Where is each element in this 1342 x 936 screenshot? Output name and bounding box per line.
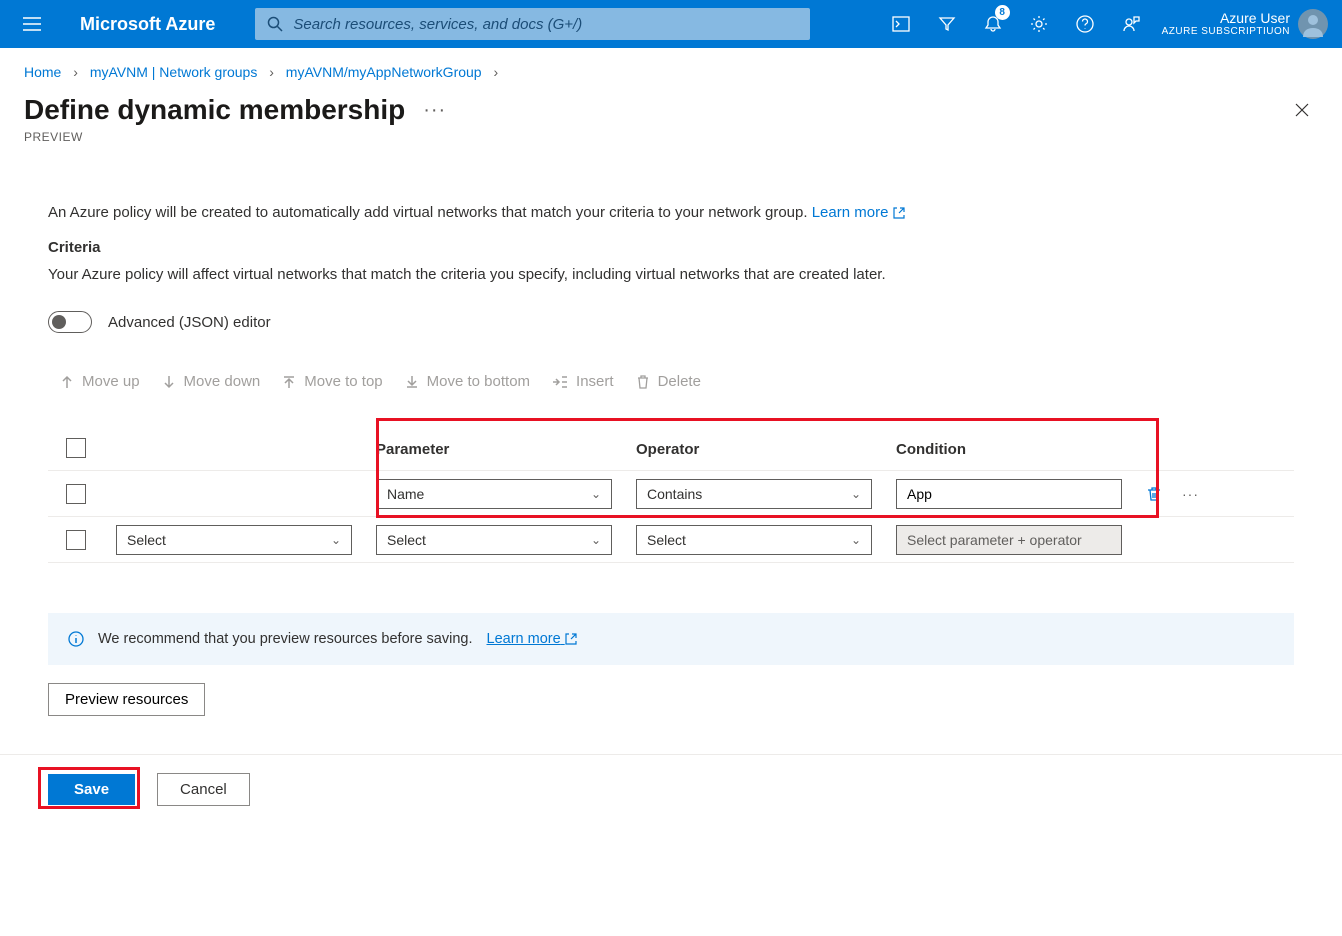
save-button[interactable]: Save (48, 774, 135, 805)
chevron-right-icon: › (485, 64, 506, 80)
footer: Save Cancel (0, 754, 1342, 824)
breadcrumb-item[interactable]: myAVNM/myAppNetworkGroup (286, 64, 482, 80)
insert-icon (552, 375, 568, 389)
condition-disabled: Select parameter + operator (896, 525, 1122, 555)
chevron-down-icon: ⌄ (331, 533, 341, 547)
search-input[interactable] (293, 16, 798, 33)
close-button[interactable] (1286, 94, 1318, 126)
info-icon (68, 631, 84, 647)
arrow-bottom-icon (405, 375, 419, 389)
move-to-bottom-button[interactable]: Move to bottom (405, 373, 530, 390)
chevron-down-icon: ⌄ (851, 533, 861, 547)
operator-select[interactable]: Contains ⌄ (636, 479, 872, 509)
intro-text: An Azure policy will be created to autom… (48, 204, 1294, 221)
breadcrumb-item[interactable]: Home (24, 64, 61, 80)
operator-select[interactable]: Select ⌄ (636, 525, 872, 555)
col-header-condition: Condition (896, 441, 1134, 458)
move-up-button[interactable]: Move up (60, 373, 140, 390)
close-icon (1294, 102, 1310, 118)
chevron-down-icon: ⌄ (851, 487, 861, 501)
table-row: Select ⌄ Select ⌄ Select ⌄ Select parame… (48, 517, 1294, 563)
breadcrumb: Home › myAVNM | Network groups › myAVNM/… (0, 48, 1342, 88)
row-more-button[interactable]: ··· (1182, 486, 1199, 502)
search-icon (267, 16, 283, 32)
notifications-button[interactable]: 8 (970, 0, 1016, 48)
row-checkbox[interactable] (66, 484, 86, 504)
criteria-toolbar: Move up Move down Move to top Move to bo… (48, 373, 1294, 390)
menu-button[interactable] (8, 0, 56, 48)
avatar[interactable] (1298, 9, 1328, 39)
trash-icon (1146, 486, 1162, 502)
advanced-editor-toggle[interactable] (48, 311, 92, 333)
feedback-button[interactable] (1108, 0, 1154, 48)
content: An Azure policy will be created to autom… (0, 164, 1342, 716)
condition-input[interactable] (896, 479, 1122, 509)
chevron-right-icon: › (261, 64, 282, 80)
help-button[interactable] (1062, 0, 1108, 48)
preview-resources-button[interactable]: Preview resources (48, 683, 205, 716)
directories-button[interactable] (924, 0, 970, 48)
user-subscription: AZURE SUBSCRIPTIUON (1162, 26, 1290, 38)
andor-select[interactable]: Select ⌄ (116, 525, 352, 555)
user-info[interactable]: Azure User AZURE SUBSCRIPTIUON (1154, 10, 1298, 39)
arrow-down-icon (162, 375, 176, 389)
page-title: Define dynamic membership (24, 94, 405, 126)
hamburger-icon (23, 17, 41, 31)
table-header-row: Parameter Operator Condition (48, 438, 1294, 471)
info-text: We recommend that you preview resources … (98, 631, 473, 647)
person-feedback-icon (1122, 15, 1140, 33)
table-row: Name ⌄ Contains ⌄ ··· (48, 471, 1294, 517)
col-header-operator: Operator (636, 441, 896, 458)
cloud-shell-button[interactable] (878, 0, 924, 48)
breadcrumb-item[interactable]: myAVNM | Network groups (90, 64, 258, 80)
external-link-icon (893, 207, 905, 219)
more-actions-button[interactable]: ··· (423, 99, 446, 122)
delete-button[interactable]: Delete (636, 373, 701, 390)
delete-row-button[interactable] (1146, 486, 1162, 502)
cancel-button[interactable]: Cancel (157, 773, 250, 806)
info-banner: We recommend that you preview resources … (48, 613, 1294, 665)
preview-tag: PREVIEW (0, 130, 1342, 164)
criteria-description: Your Azure policy will affect virtual ne… (48, 266, 1294, 283)
settings-button[interactable] (1016, 0, 1062, 48)
advanced-editor-toggle-row: Advanced (JSON) editor (48, 311, 1294, 333)
chevron-down-icon: ⌄ (591, 533, 601, 547)
arrow-top-icon (282, 375, 296, 389)
move-to-top-button[interactable]: Move to top (282, 373, 382, 390)
external-link-icon (565, 633, 577, 645)
criteria-heading: Criteria (48, 239, 1294, 256)
arrow-up-icon (60, 375, 74, 389)
search-box[interactable] (255, 8, 810, 40)
parameter-select[interactable]: Select ⌄ (376, 525, 612, 555)
gear-icon (1030, 15, 1048, 33)
toggle-label: Advanced (JSON) editor (108, 314, 271, 331)
brand-label[interactable]: Microsoft Azure (56, 14, 227, 35)
user-name: Azure User (1162, 10, 1290, 27)
cloud-shell-icon (892, 16, 910, 32)
chevron-down-icon: ⌄ (591, 487, 601, 501)
row-checkbox[interactable] (66, 530, 86, 550)
notification-badge: 8 (995, 5, 1010, 20)
avatar-icon (1298, 9, 1328, 39)
trash-icon (636, 375, 650, 389)
learn-more-link[interactable]: Learn more (812, 204, 905, 221)
info-learn-more-link[interactable]: Learn more (487, 631, 577, 647)
criteria-table: Parameter Operator Condition Name ⌄ Cont… (48, 438, 1294, 563)
topbar: Microsoft Azure 8 Azure User AZURE SUBSC… (0, 0, 1342, 48)
insert-button[interactable]: Insert (552, 373, 614, 390)
select-all-checkbox[interactable] (66, 438, 86, 458)
help-icon (1076, 15, 1094, 33)
parameter-select[interactable]: Name ⌄ (376, 479, 612, 509)
title-row: Define dynamic membership ··· (0, 88, 1342, 130)
topbar-icons: 8 (878, 0, 1154, 48)
col-header-parameter: Parameter (376, 441, 636, 458)
move-down-button[interactable]: Move down (162, 373, 261, 390)
filter-icon (938, 15, 956, 33)
chevron-right-icon: › (65, 64, 86, 80)
